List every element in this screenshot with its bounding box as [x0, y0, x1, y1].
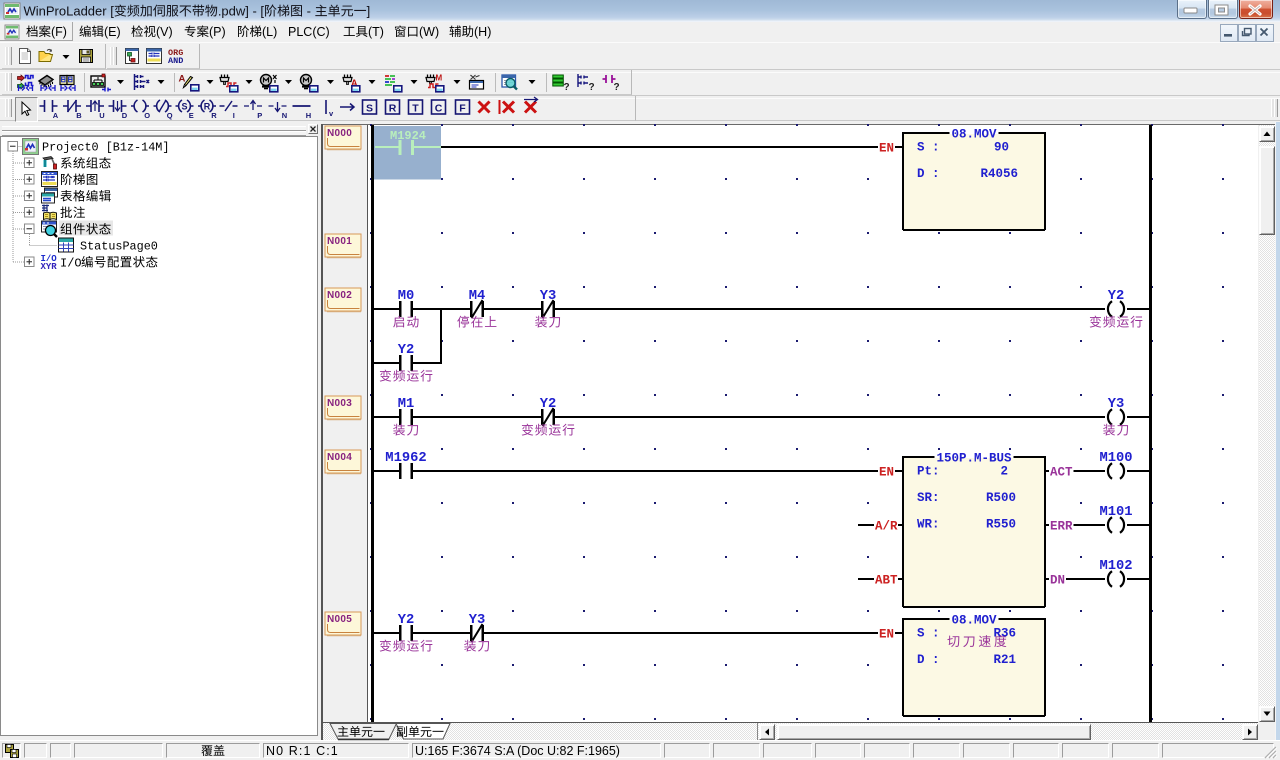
svg-text:(L): (L) [262, 25, 277, 39]
svg-text:E: E [189, 111, 194, 120]
svg-text:N: N [282, 111, 287, 120]
svg-text:AND: AND [168, 56, 183, 66]
svg-text:WinProLadder [: WinProLadder [ [24, 4, 115, 19]
svg-text:S :: S : [917, 627, 940, 641]
svg-text:N005: N005 [327, 614, 352, 625]
svg-text:R500: R500 [986, 491, 1016, 505]
svg-text:EN: EN [879, 466, 894, 480]
svg-text:M101: M101 [1099, 505, 1132, 520]
svg-text:XYR: XYR [41, 262, 58, 272]
svg-text:U: U [99, 111, 104, 120]
svg-text:S: S [366, 103, 373, 115]
svg-text:A/R: A/R [875, 520, 898, 534]
svg-text:A: A [53, 111, 59, 120]
svg-text:Y3: Y3 [1108, 397, 1125, 412]
svg-text:(W): (W) [419, 25, 439, 39]
svg-text:P: P [257, 111, 262, 120]
svg-text:(P): (P) [209, 25, 226, 39]
svg-text:PLC(C): PLC(C) [288, 25, 330, 39]
svg-text:Y3: Y3 [540, 289, 557, 304]
svg-text:M1: M1 [398, 397, 415, 412]
svg-text:S :: S : [917, 141, 940, 155]
svg-text:R550: R550 [986, 518, 1016, 532]
svg-text:(E): (E) [104, 25, 121, 39]
svg-text:ERR: ERR [1050, 520, 1073, 534]
svg-text:R: R [211, 111, 217, 120]
svg-text:?: ? [614, 82, 620, 93]
svg-text:Project0 [B1z-14M]: Project0 [B1z-14M] [42, 141, 169, 155]
svg-text:R: R [389, 103, 397, 115]
svg-text:R: R [204, 102, 211, 112]
svg-text:D: D [122, 111, 128, 120]
svg-text:N002: N002 [327, 290, 352, 301]
svg-text:2: 2 [1001, 465, 1009, 479]
svg-text:N003: N003 [327, 398, 352, 409]
svg-text:M100: M100 [1099, 451, 1132, 466]
svg-text:.pdw] - [: .pdw] - [ [218, 4, 265, 19]
svg-text:S: S [182, 102, 188, 112]
svg-text:EN: EN [879, 628, 894, 642]
svg-text:(T): (T) [368, 25, 384, 39]
svg-text:08.MOV: 08.MOV [952, 128, 998, 142]
svg-text:U:165 F:3674 S:A (Doc U:82 F:1: U:165 F:3674 S:A (Doc U:82 F:1965) [415, 744, 620, 758]
svg-text:08.MOV: 08.MOV [952, 614, 998, 628]
svg-text:ABT: ABT [875, 574, 898, 588]
svg-text:StatusPage0: StatusPage0 [80, 240, 158, 254]
svg-text:N000: N000 [327, 128, 352, 139]
svg-text:Y2: Y2 [540, 397, 557, 412]
svg-text:H: H [306, 111, 311, 120]
svg-text:B: B [76, 111, 82, 120]
svg-text:Pt:: Pt: [917, 465, 940, 479]
svg-text:F: F [459, 103, 466, 115]
svg-text:?: ? [564, 82, 570, 93]
svg-text:M0: M0 [398, 289, 415, 304]
svg-text:M4: M4 [469, 289, 486, 304]
svg-text:N001: N001 [327, 236, 352, 247]
svg-text:ACT: ACT [1050, 466, 1073, 480]
svg-text:M102: M102 [1099, 559, 1132, 574]
svg-text:150P.M-BUS: 150P.M-BUS [936, 452, 1012, 466]
svg-text:Y2: Y2 [1108, 289, 1125, 304]
svg-text:90: 90 [994, 141, 1009, 155]
svg-text:M: M [436, 74, 443, 83]
svg-text:N0 R:1 C:1: N0 R:1 C:1 [266, 744, 339, 758]
svg-text:DN: DN [1050, 574, 1065, 588]
svg-text:A: A [179, 74, 186, 85]
svg-text:R4056: R4056 [980, 167, 1018, 181]
svg-text:R21: R21 [994, 653, 1017, 667]
svg-text:EN: EN [879, 142, 894, 156]
svg-text:?: ? [589, 82, 595, 93]
svg-text:(F): (F) [51, 25, 67, 39]
svg-text:Y2: Y2 [398, 343, 415, 358]
svg-text:]: ] [367, 4, 371, 19]
svg-text:(H): (H) [474, 25, 491, 39]
svg-text:SR:: SR: [917, 491, 940, 505]
svg-text:D :: D : [917, 167, 940, 181]
svg-text:I/O: I/O [60, 257, 82, 271]
svg-text:(V): (V) [156, 25, 173, 39]
svg-text:M1924: M1924 [390, 129, 426, 143]
svg-text:Y3: Y3 [469, 613, 486, 628]
svg-text:N004: N004 [327, 452, 352, 463]
svg-text:Q: Q [167, 111, 173, 120]
svg-text:-: - [303, 4, 315, 19]
svg-text:D :: D : [917, 653, 940, 667]
svg-text:O: O [144, 111, 150, 120]
svg-text:I: I [233, 111, 235, 120]
svg-text:WR:: WR: [917, 518, 940, 532]
svg-text:v: v [329, 109, 334, 118]
svg-text:R36: R36 [994, 627, 1017, 641]
svg-text:M1962: M1962 [385, 451, 426, 466]
svg-text:T: T [412, 103, 419, 115]
svg-text:Y2: Y2 [398, 613, 415, 628]
svg-text:C: C [435, 103, 443, 115]
